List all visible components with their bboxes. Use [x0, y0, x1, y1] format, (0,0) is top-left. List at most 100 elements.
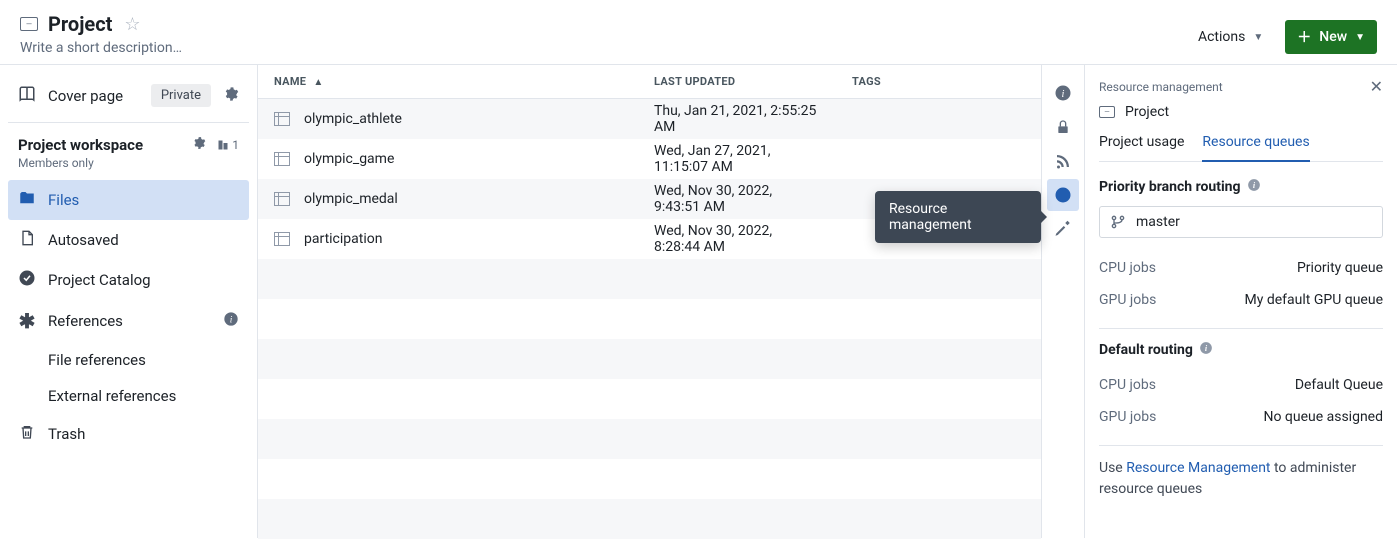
branch-input[interactable]: master	[1099, 206, 1383, 238]
feed-button[interactable]	[1047, 145, 1079, 177]
sidebar-item-files[interactable]: Files	[8, 180, 249, 220]
description-input[interactable]: Write a short description…	[20, 40, 1190, 56]
resource-management-link[interactable]: Resource Management	[1126, 460, 1270, 476]
table-row	[258, 299, 1041, 339]
info-icon[interactable]: i	[1247, 178, 1261, 196]
new-label: New	[1319, 29, 1347, 45]
header-left: — Project ☆ Write a short description…	[20, 12, 1190, 56]
separator	[8, 122, 249, 123]
chevron-down-icon: ▼	[1253, 32, 1263, 43]
trash-label: Trash	[48, 425, 239, 443]
table-row[interactable]: olympic_game Wed, Jan 27, 2021, 11:15:07…	[258, 139, 1041, 179]
sidebar-item-project-catalog[interactable]: Project Catalog	[8, 260, 249, 300]
title-row: — Project ☆	[20, 12, 1190, 36]
references-label: References	[48, 312, 211, 330]
table-row	[258, 459, 1041, 499]
table-row	[258, 339, 1041, 379]
asterisk-icon: ✱	[18, 309, 36, 333]
table-row	[258, 499, 1041, 539]
separator	[1099, 328, 1383, 329]
default-cpu-row: CPU jobs Default Queue	[1099, 369, 1383, 401]
tab-project-usage[interactable]: Project usage	[1099, 134, 1184, 161]
icon-rail: i	[1041, 65, 1085, 538]
tooltip: Resource management	[875, 191, 1041, 243]
plus-icon: ＋	[1297, 27, 1311, 47]
actions-button[interactable]: Actions ▼	[1190, 23, 1271, 51]
panel-tabs: Project usage Resource queues	[1099, 134, 1383, 162]
favorite-star-icon[interactable]: ☆	[124, 14, 140, 35]
gear-icon[interactable]	[192, 135, 206, 154]
priority-gpu-row: GPU jobs My default GPU queue	[1099, 284, 1383, 316]
branch-icon	[1110, 214, 1126, 230]
priority-cpu-row: CPU jobs Priority queue	[1099, 252, 1383, 284]
svg-text:i: i	[230, 315, 233, 325]
sidebar-item-trash[interactable]: Trash	[8, 414, 249, 454]
info-icon[interactable]: i	[1199, 341, 1213, 359]
cover-page-item[interactable]: Cover page Private	[8, 75, 249, 116]
page-title: Project	[48, 12, 112, 36]
sort-ascending-icon: ▲	[313, 77, 323, 88]
member-count[interactable]: 1	[216, 138, 239, 152]
panel-footer: Use Resource Management to administer re…	[1099, 458, 1383, 500]
header-right: Actions ▼ ＋ New ▼	[1190, 12, 1377, 54]
new-button[interactable]: ＋ New ▼	[1285, 20, 1377, 54]
sidebar-item-references[interactable]: ✱ References i	[8, 300, 249, 342]
main-layout: Cover page Private Project workspace 1	[0, 64, 1397, 538]
book-icon	[18, 85, 36, 107]
org-icon	[216, 139, 230, 151]
info-icon[interactable]: i	[223, 311, 239, 331]
members-only-label: Members only	[18, 156, 239, 170]
project-icon: —	[20, 17, 38, 31]
dataset-icon	[274, 152, 290, 166]
resource-management-panel: Resource management ✕ — Project Project …	[1085, 65, 1397, 538]
external-references-label: External references	[48, 387, 239, 405]
sidebar-item-autosaved[interactable]: Autosaved	[8, 220, 249, 260]
app-header: — Project ☆ Write a short description… A…	[0, 0, 1397, 64]
cover-page-label: Cover page	[48, 87, 139, 105]
dataset-icon	[274, 232, 290, 246]
table-row[interactable]: olympic_athlete Thu, Jan 21, 2021, 2:55:…	[258, 99, 1041, 139]
close-icon[interactable]: ✕	[1370, 77, 1383, 96]
project-icon: —	[1099, 106, 1115, 118]
autosaved-label: Autosaved	[48, 231, 239, 249]
table-body: olympic_athlete Thu, Jan 21, 2021, 2:55:…	[258, 99, 1041, 539]
chevron-down-icon: ▼	[1355, 32, 1365, 43]
column-name[interactable]: NAME ▲	[258, 75, 638, 88]
column-tags[interactable]: TAGS	[836, 75, 1041, 88]
workspace-actions: 1	[192, 135, 239, 154]
dataset-icon	[274, 112, 290, 126]
info-button[interactable]: i	[1047, 77, 1079, 109]
default-gpu-row: GPU jobs No queue assigned	[1099, 401, 1383, 433]
svg-text:i: i	[1062, 89, 1065, 100]
dataset-icon	[274, 192, 290, 206]
actions-label: Actions	[1198, 29, 1245, 45]
sidebar-item-external-references[interactable]: External references	[8, 378, 249, 414]
check-circle-icon	[18, 269, 36, 291]
tab-resource-queues[interactable]: Resource queues	[1202, 134, 1309, 162]
table-row	[258, 379, 1041, 419]
sidebar-item-file-references[interactable]: File references	[8, 342, 249, 378]
sidebar-left: Cover page Private Project workspace 1	[0, 65, 258, 538]
workspace-title: Project workspace	[18, 136, 143, 154]
file-references-label: File references	[48, 351, 239, 369]
gear-icon[interactable]	[223, 86, 239, 106]
column-last-updated[interactable]: LAST UPDATED	[638, 75, 836, 88]
table-row	[258, 419, 1041, 459]
panel-project-row: — Project	[1099, 104, 1383, 120]
document-icon	[18, 229, 36, 251]
panel-title: Resource management	[1099, 80, 1223, 94]
privacy-badge: Private	[151, 84, 211, 107]
branch-name: master	[1136, 214, 1180, 230]
lock-button[interactable]	[1047, 111, 1079, 143]
panel-project-name: Project	[1125, 104, 1169, 120]
resource-management-button[interactable]	[1047, 179, 1079, 211]
separator	[1099, 445, 1383, 446]
workspace-header: Project workspace 1 Members only	[8, 129, 249, 172]
folder-icon	[18, 189, 36, 211]
default-routing-title: Default routing i	[1099, 341, 1383, 359]
table-header: NAME ▲ LAST UPDATED TAGS	[258, 65, 1041, 99]
files-label: Files	[48, 191, 239, 209]
settings-button[interactable]	[1047, 213, 1079, 245]
table-row	[258, 259, 1041, 299]
file-table: NAME ▲ LAST UPDATED TAGS olympic_athlete…	[258, 65, 1041, 538]
